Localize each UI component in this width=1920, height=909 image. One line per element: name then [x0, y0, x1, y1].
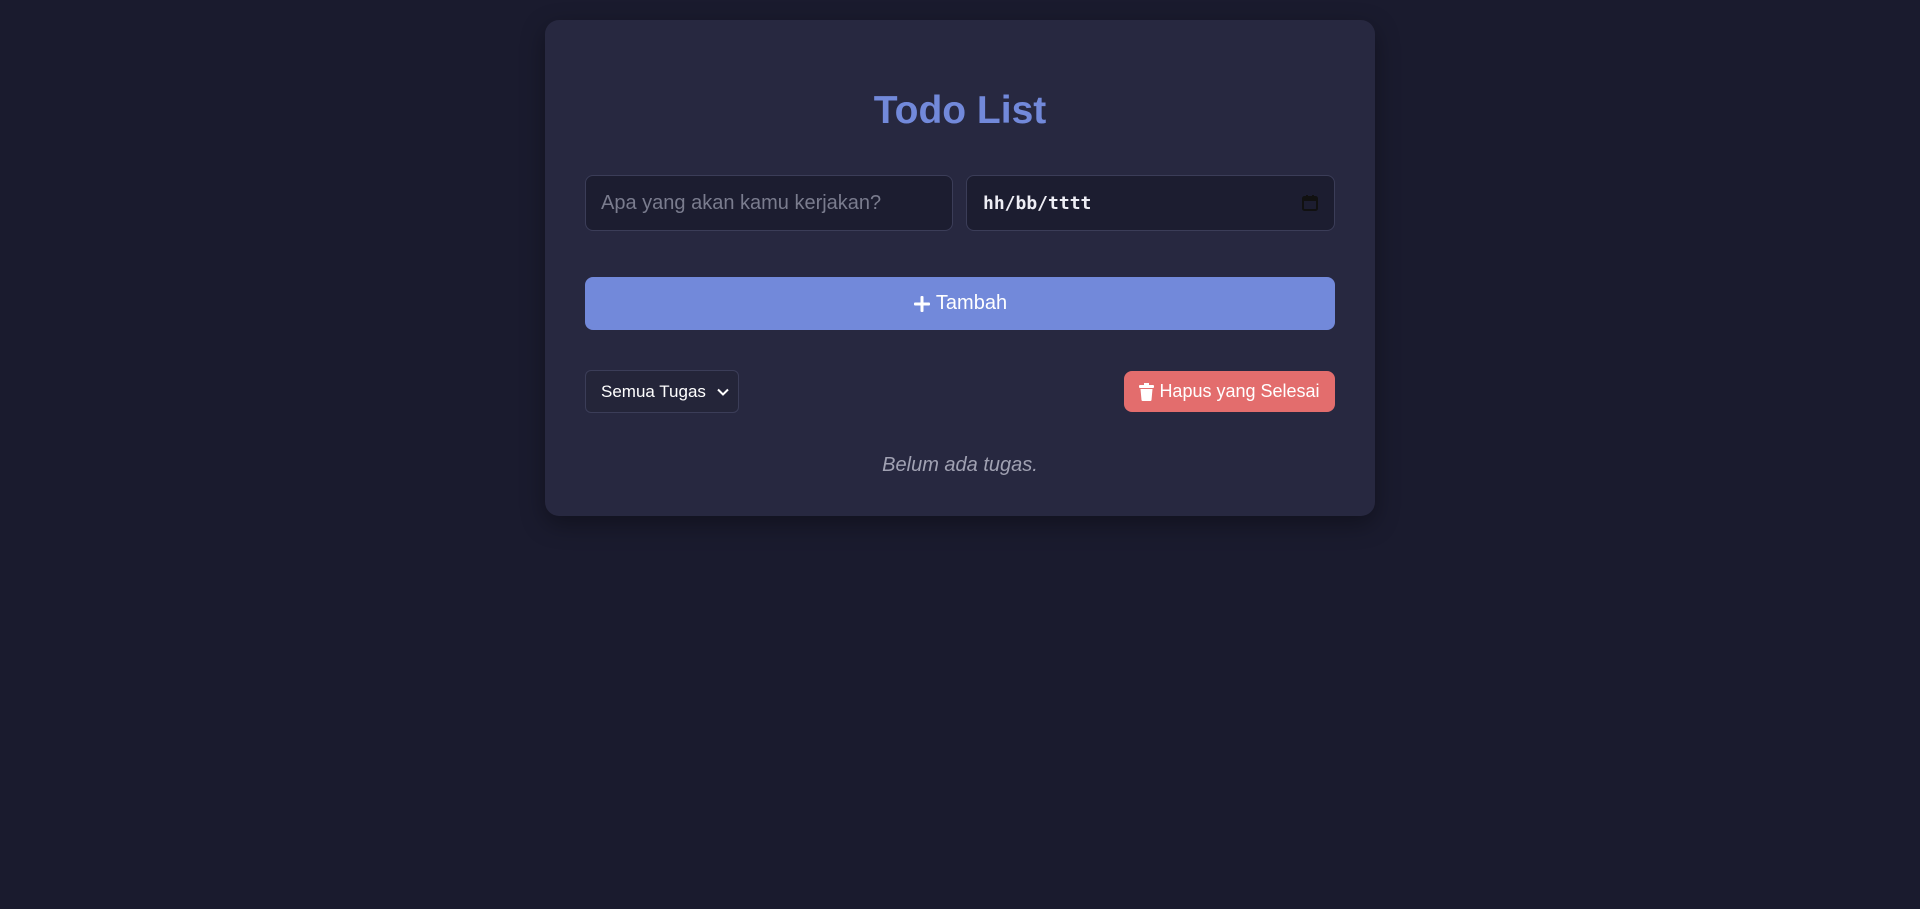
add-task-label: Tambah: [935, 292, 1008, 314]
empty-list-message: Belum ada tugas.: [882, 454, 1038, 476]
filter-selected-value: Semua Tugas: [601, 381, 706, 401]
trash-icon: [1139, 382, 1155, 401]
filter-select[interactable]: Semua Tugas: [585, 370, 739, 413]
task-input[interactable]: [585, 175, 953, 231]
page-title: Todo List: [873, 89, 1047, 132]
calendar-icon[interactable]: [1301, 194, 1319, 212]
plus-icon: [913, 295, 931, 313]
date-input[interactable]: hh/bb/tttt: [966, 175, 1335, 231]
clear-completed-label: Hapus yang Selesai: [1159, 381, 1320, 401]
clear-completed-button[interactable]: Hapus yang Selesai: [1124, 371, 1335, 412]
chevron-down-icon: [716, 385, 730, 399]
date-input-value: hh/bb/tttt: [983, 192, 1092, 214]
add-task-button[interactable]: Tambah: [585, 277, 1335, 330]
todo-card: Todo List hh/bb/tttt Tambah Semua Tugas: [545, 20, 1375, 516]
